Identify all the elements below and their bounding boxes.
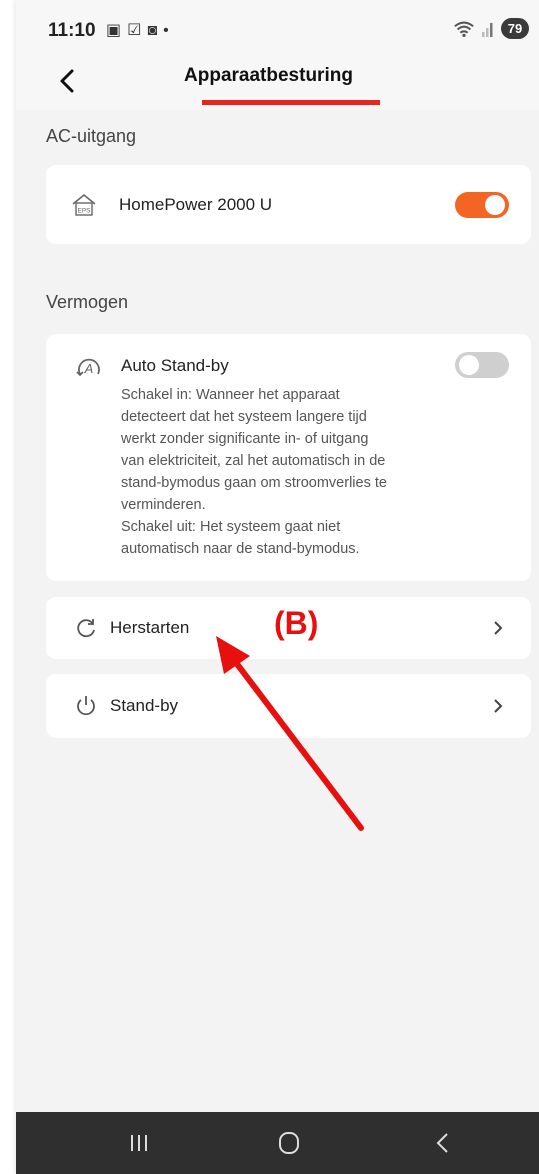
ac-output-toggle[interactable] (455, 192, 509, 218)
description-line: van elektriciteit, zal het automatisch i… (121, 453, 386, 469)
home-icon[interactable] (274, 1130, 304, 1156)
status-indicators: 79 (453, 18, 529, 39)
chevron-right-icon (494, 621, 503, 635)
app-notification-icon: ▣ (106, 22, 128, 39)
auto-standby-card: A Auto Stand-by Schakel in: Wanneer het … (46, 334, 531, 581)
wifi-icon (454, 21, 474, 37)
auto-standby-description: Schakel in: Wanneer het apparaat detecte… (121, 384, 461, 560)
status-time: 11:10 (48, 20, 96, 41)
description-line: werkt zonder significante in- of uitgang (121, 431, 369, 447)
description-line: stand-bymodus gaan om stroomverlies te (121, 475, 387, 491)
page-title: Apparaatbesturing (184, 65, 353, 86)
recents-icon[interactable] (124, 1130, 154, 1156)
description-line: automatisch naar de stand-bymodus. (121, 541, 360, 557)
eps-house-icon: EPS (72, 193, 96, 216)
device-name: HomePower 2000 U (119, 195, 273, 214)
restart-label: Herstarten (110, 618, 190, 637)
ac-output-card: EPS HomePower 2000 U (46, 165, 531, 244)
auto-standby-title: Auto Stand-by (121, 356, 229, 375)
annotation-arrow-icon (216, 636, 364, 831)
notification-icons: ▣☑◙• (106, 20, 175, 40)
status-bar: 11:10 ▣☑◙• 79 (16, 0, 539, 60)
signal-icon (482, 22, 493, 37)
toggle-knob (485, 195, 505, 215)
title-underline (202, 100, 380, 105)
bag-notification-icon: ◙ (147, 22, 164, 39)
description-line: Schakel in: Wanneer het apparaat (121, 387, 340, 403)
system-nav-bar (16, 1112, 539, 1174)
description-line: verminderen. (121, 497, 206, 513)
standby-label: Stand-by (110, 696, 179, 715)
section-label-ac: AC-uitgang (46, 126, 137, 146)
battery-level: 79 (501, 18, 529, 39)
dot-icon: • (163, 22, 175, 39)
toggle-knob (459, 355, 479, 375)
back-icon[interactable] (428, 1130, 458, 1156)
checkbox-notification-icon: ☑ (127, 22, 148, 39)
description-line: detecteert dat het systeem langere tijd (121, 409, 367, 425)
svg-text:A: A (84, 361, 94, 376)
section-label-power: Vermogen (46, 292, 129, 312)
power-icon (77, 696, 95, 716)
chevron-right-icon (494, 699, 503, 713)
auto-standby-toggle[interactable] (455, 352, 509, 378)
auto-a-icon: A (76, 358, 100, 377)
svg-text:EPS: EPS (77, 208, 91, 215)
phone-screen: 11:10 ▣☑◙• 79 Apparaatbesturing AC-uitga… (16, 0, 539, 1174)
restart-icon (77, 619, 95, 638)
app-header: Apparaatbesturing (16, 60, 539, 110)
description-line: Schakel uit: Het systeem gaat niet (121, 519, 341, 535)
